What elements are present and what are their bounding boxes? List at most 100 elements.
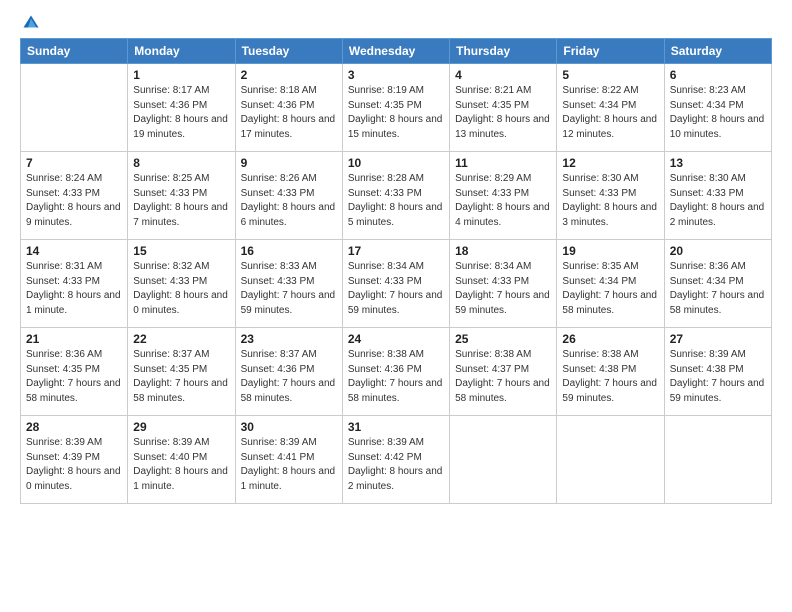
day-info: Sunrise: 8:28 AMSunset: 4:33 PMDaylight:… — [348, 172, 444, 230]
day-info: Sunrise: 8:34 AMSunset: 4:33 PMDaylight:… — [455, 260, 551, 318]
day-number: 30 — [241, 420, 337, 434]
weekday-header-thursday: Thursday — [450, 39, 557, 64]
day-cell-20: 20 Sunrise: 8:36 AMSunset: 4:34 PMDayligh… — [664, 240, 771, 328]
day-cell-23: 23Sunrise: 8:37 AMSunset: 4:36 PMDayligh… — [235, 328, 342, 416]
week-row-3: 14 Sunrise: 8:31 AMSunset: 4:33 PMDayligh… — [21, 240, 772, 328]
day-info: Sunrise: 8:39 AMSunset: 4:41 PMDaylight:… — [241, 436, 337, 494]
day-cell-1: 1 Sunrise: 8:17 AMSunset: 4:36 PMDaylight… — [128, 64, 235, 152]
day-number: 7 — [26, 156, 122, 170]
day-cell-2: 2 Sunrise: 8:18 AMSunset: 4:36 PMDaylight… — [235, 64, 342, 152]
weekday-header-sunday: Sunday — [21, 39, 128, 64]
day-cell-18: 18Sunrise: 8:34 AMSunset: 4:33 PMDayligh… — [450, 240, 557, 328]
day-number: 20 — [670, 244, 766, 258]
day-info: Sunrise: 8:39 AMSunset: 4:38 PMDaylight:… — [670, 348, 766, 406]
day-cell-10: 10 Sunrise: 8:28 AMSunset: 4:33 PMDayligh… — [342, 152, 449, 240]
day-cell-9: 9Sunrise: 8:26 AMSunset: 4:33 PMDaylight… — [235, 152, 342, 240]
header — [20, 18, 772, 32]
week-row-4: 21Sunrise: 8:36 AMSunset: 4:35 PMDayligh… — [21, 328, 772, 416]
day-cell-25: 25Sunrise: 8:38 AMSunset: 4:37 PMDayligh… — [450, 328, 557, 416]
weekday-header-friday: Friday — [557, 39, 664, 64]
day-cell-4: 4 Sunrise: 8:21 AMSunset: 4:35 PMDaylight… — [450, 64, 557, 152]
weekday-header-saturday: Saturday — [664, 39, 771, 64]
day-cell-21: 21Sunrise: 8:36 AMSunset: 4:35 PMDayligh… — [21, 328, 128, 416]
day-number: 29 — [133, 420, 229, 434]
day-info: Sunrise: 8:30 AMSunset: 4:33 PMDaylight:… — [562, 172, 658, 230]
day-cell-24: 24 Sunrise: 8:38 AMSunset: 4:36 PMDayligh… — [342, 328, 449, 416]
empty-cell — [664, 416, 771, 504]
day-info: Sunrise: 8:21 AMSunset: 4:35 PMDaylight:… — [455, 84, 551, 142]
day-cell-13: 13 Sunrise: 8:30 AMSunset: 4:33 PMDayligh… — [664, 152, 771, 240]
day-info: Sunrise: 8:32 AMSunset: 4:33 PMDaylight:… — [133, 260, 229, 318]
weekday-header-tuesday: Tuesday — [235, 39, 342, 64]
day-number: 31 — [348, 420, 444, 434]
day-number: 11 — [455, 156, 551, 170]
day-cell-30: 30 Sunrise: 8:39 AMSunset: 4:41 PMDayligh… — [235, 416, 342, 504]
day-info: Sunrise: 8:26 AMSunset: 4:33 PMDaylight:… — [241, 172, 337, 230]
day-cell-29: 29 Sunrise: 8:39 AMSunset: 4:40 PMDayligh… — [128, 416, 235, 504]
day-number: 4 — [455, 68, 551, 82]
calendar-body: 1 Sunrise: 8:17 AMSunset: 4:36 PMDaylight… — [21, 64, 772, 504]
day-info: Sunrise: 8:36 AMSunset: 4:34 PMDaylight:… — [670, 260, 766, 318]
day-cell-26: 26 Sunrise: 8:38 AMSunset: 4:38 PMDayligh… — [557, 328, 664, 416]
day-number: 27 — [670, 332, 766, 346]
day-number: 22 — [133, 332, 229, 346]
day-number: 8 — [133, 156, 229, 170]
day-info: Sunrise: 8:25 AMSunset: 4:33 PMDaylight:… — [133, 172, 229, 230]
empty-cell — [557, 416, 664, 504]
day-info: Sunrise: 8:39 AMSunset: 4:42 PMDaylight:… — [348, 436, 444, 494]
day-cell-31: 31 Sunrise: 8:39 AMSunset: 4:42 PMDayligh… — [342, 416, 449, 504]
day-number: 10 — [348, 156, 444, 170]
day-cell-17: 17Sunrise: 8:34 AMSunset: 4:33 PMDayligh… — [342, 240, 449, 328]
empty-cell — [450, 416, 557, 504]
day-info: Sunrise: 8:24 AMSunset: 4:33 PMDaylight:… — [26, 172, 122, 230]
week-row-5: 28Sunrise: 8:39 AMSunset: 4:39 PMDayligh… — [21, 416, 772, 504]
day-info: Sunrise: 8:38 AMSunset: 4:38 PMDaylight:… — [562, 348, 658, 406]
day-info: Sunrise: 8:29 AMSunset: 4:33 PMDaylight:… — [455, 172, 551, 230]
day-info: Sunrise: 8:39 AMSunset: 4:40 PMDaylight:… — [133, 436, 229, 494]
weekday-header-wednesday: Wednesday — [342, 39, 449, 64]
day-info: Sunrise: 8:19 AMSunset: 4:35 PMDaylight:… — [348, 84, 444, 142]
day-number: 21 — [26, 332, 122, 346]
day-cell-15: 15 Sunrise: 8:32 AMSunset: 4:33 PMDayligh… — [128, 240, 235, 328]
day-number: 1 — [133, 68, 229, 82]
day-cell-22: 22 Sunrise: 8:37 AMSunset: 4:35 PMDayligh… — [128, 328, 235, 416]
day-cell-28: 28Sunrise: 8:39 AMSunset: 4:39 PMDayligh… — [21, 416, 128, 504]
day-cell-8: 8 Sunrise: 8:25 AMSunset: 4:33 PMDaylight… — [128, 152, 235, 240]
day-info: Sunrise: 8:22 AMSunset: 4:34 PMDaylight:… — [562, 84, 658, 142]
day-number: 2 — [241, 68, 337, 82]
day-number: 24 — [348, 332, 444, 346]
day-number: 5 — [562, 68, 658, 82]
day-number: 6 — [670, 68, 766, 82]
day-cell-7: 7 Sunrise: 8:24 AMSunset: 4:33 PMDaylight… — [21, 152, 128, 240]
day-number: 26 — [562, 332, 658, 346]
day-cell-5: 5 Sunrise: 8:22 AMSunset: 4:34 PMDaylight… — [557, 64, 664, 152]
day-cell-16: 16 Sunrise: 8:33 AMSunset: 4:33 PMDayligh… — [235, 240, 342, 328]
day-number: 16 — [241, 244, 337, 258]
page: SundayMondayTuesdayWednesdayThursdayFrid… — [0, 0, 792, 612]
day-cell-6: 6Sunrise: 8:23 AMSunset: 4:34 PMDaylight… — [664, 64, 771, 152]
logo-icon — [22, 14, 40, 32]
day-info: Sunrise: 8:38 AMSunset: 4:37 PMDaylight:… — [455, 348, 551, 406]
day-info: Sunrise: 8:30 AMSunset: 4:33 PMDaylight:… — [670, 172, 766, 230]
day-number: 13 — [670, 156, 766, 170]
day-number: 19 — [562, 244, 658, 258]
day-cell-12: 12 Sunrise: 8:30 AMSunset: 4:33 PMDayligh… — [557, 152, 664, 240]
day-info: Sunrise: 8:39 AMSunset: 4:39 PMDaylight:… — [26, 436, 122, 494]
day-number: 12 — [562, 156, 658, 170]
day-info: Sunrise: 8:31 AMSunset: 4:33 PMDaylight:… — [26, 260, 122, 318]
day-cell-11: 11 Sunrise: 8:29 AMSunset: 4:33 PMDayligh… — [450, 152, 557, 240]
day-info: Sunrise: 8:33 AMSunset: 4:33 PMDaylight:… — [241, 260, 337, 318]
day-number: 15 — [133, 244, 229, 258]
day-number: 14 — [26, 244, 122, 258]
logo — [20, 22, 40, 32]
day-info: Sunrise: 8:17 AMSunset: 4:36 PMDaylight:… — [133, 84, 229, 142]
week-row-1: 1 Sunrise: 8:17 AMSunset: 4:36 PMDaylight… — [21, 64, 772, 152]
day-cell-19: 19 Sunrise: 8:35 AMSunset: 4:34 PMDayligh… — [557, 240, 664, 328]
day-info: Sunrise: 8:35 AMSunset: 4:34 PMDaylight:… — [562, 260, 658, 318]
weekday-header-monday: Monday — [128, 39, 235, 64]
day-number: 3 — [348, 68, 444, 82]
day-info: Sunrise: 8:18 AMSunset: 4:36 PMDaylight:… — [241, 84, 337, 142]
day-info: Sunrise: 8:37 AMSunset: 4:35 PMDaylight:… — [133, 348, 229, 406]
day-info: Sunrise: 8:38 AMSunset: 4:36 PMDaylight:… — [348, 348, 444, 406]
day-info: Sunrise: 8:34 AMSunset: 4:33 PMDaylight:… — [348, 260, 444, 318]
